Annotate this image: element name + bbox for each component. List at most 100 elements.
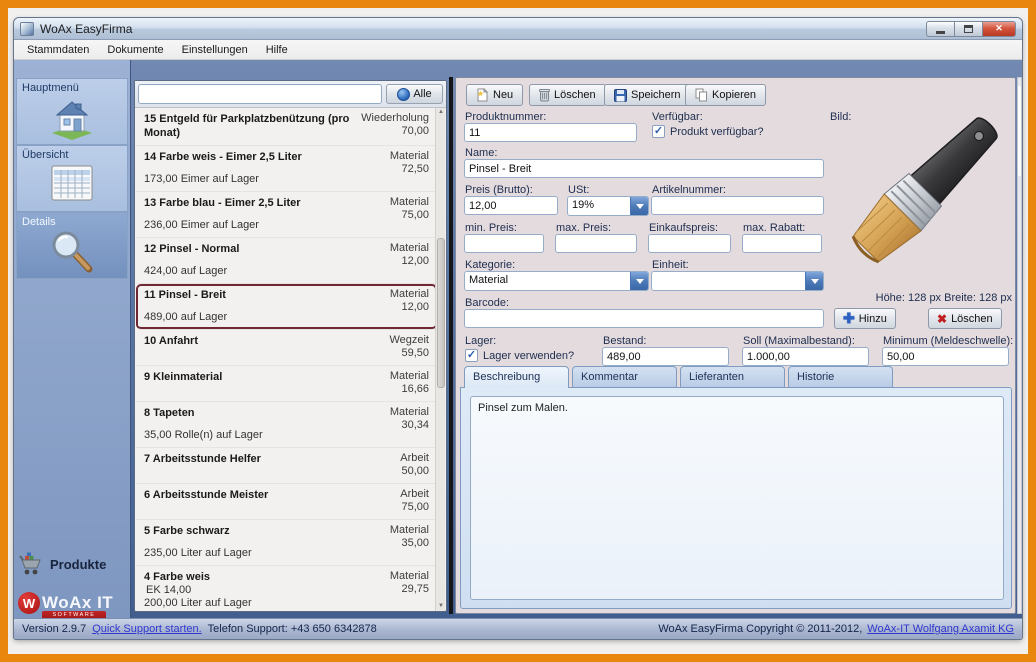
product-stock: 200,00 Liter auf Lager bbox=[144, 597, 252, 610]
max-rabatt-field[interactable] bbox=[742, 234, 822, 253]
table-icon bbox=[22, 162, 122, 204]
product-category: Material bbox=[390, 524, 429, 537]
bestand-field[interactable] bbox=[602, 347, 729, 366]
preis-brutto-field[interactable] bbox=[464, 196, 558, 215]
delete-button[interactable]: Löschen bbox=[529, 84, 606, 106]
chevron-down-icon[interactable] bbox=[805, 272, 823, 290]
window-right-scrollbar[interactable] bbox=[1017, 77, 1022, 614]
list-item[interactable]: 15 Entgeld für Parkplatzbenützung (pro M… bbox=[136, 108, 437, 146]
product-name: 15 Entgeld für Parkplatzbenützung (pro M… bbox=[144, 112, 355, 140]
list-scrollbar[interactable]: ▲ ▼ bbox=[435, 108, 445, 611]
kategorie-value: Material bbox=[465, 272, 630, 290]
preis-brutto-label: Preis (Brutto): bbox=[465, 184, 533, 196]
list-item[interactable]: 9 KleinmaterialMaterial16,66 bbox=[136, 366, 437, 402]
menu-stammdaten[interactable]: Stammdaten bbox=[18, 42, 98, 58]
name-field[interactable] bbox=[464, 159, 824, 178]
lager-label: Lager: bbox=[465, 335, 496, 347]
copy-button-label: Kopieren bbox=[712, 89, 756, 101]
product-stock: 236,00 Eimer auf Lager bbox=[144, 219, 301, 232]
scroll-thumb[interactable] bbox=[437, 238, 445, 388]
maximize-button[interactable] bbox=[954, 21, 982, 37]
tab-historie[interactable]: Historie bbox=[788, 366, 893, 387]
search-input[interactable] bbox=[138, 84, 382, 104]
product-price: 16,66 bbox=[390, 383, 429, 396]
sidebar-item-details[interactable]: Details bbox=[16, 212, 128, 279]
new-button[interactable]: Neu bbox=[466, 84, 523, 106]
minimize-button[interactable] bbox=[926, 21, 954, 37]
product-name: 6 Arbeitsstunde Meister bbox=[144, 488, 268, 502]
woax-logo[interactable]: W WoAx IT SOFTWARE SOLUTIONS blog bbox=[18, 592, 130, 618]
einkaufspreis-field[interactable] bbox=[648, 234, 731, 253]
barcode-field[interactable] bbox=[464, 309, 824, 328]
product-category: Arbeit bbox=[400, 488, 429, 501]
delete-button-label: Löschen bbox=[554, 89, 596, 101]
produkt-verfuegbar-checkbox[interactable]: ✓ Produkt verfügbar? bbox=[652, 125, 764, 138]
maximize-icon bbox=[964, 25, 973, 33]
sidebar-item-hauptmenu[interactable]: Hauptmenü bbox=[16, 78, 128, 145]
checkbox-label: Produkt verfügbar? bbox=[670, 126, 764, 138]
save-button[interactable]: Speichern bbox=[604, 84, 691, 106]
quick-support-link[interactable]: Quick Support starten. bbox=[92, 623, 201, 635]
product-category: Material bbox=[390, 288, 429, 301]
sidebar-item-uebersicht[interactable]: Übersicht bbox=[16, 145, 128, 212]
list-item[interactable]: 10 AnfahrtWegzeit59,50 bbox=[136, 330, 437, 366]
list-item[interactable]: 7 Arbeitsstunde HelferArbeit50,00 bbox=[136, 448, 437, 484]
list-item[interactable]: 11 Pinsel - Breit489,00 auf LagerMateria… bbox=[136, 284, 437, 330]
product-category: Arbeit bbox=[400, 452, 429, 465]
soll-field[interactable] bbox=[742, 347, 869, 366]
list-item[interactable]: 4 Farbe weisEK 14,00200,00 Liter auf Lag… bbox=[136, 566, 437, 611]
product-price: 35,00 bbox=[390, 537, 429, 550]
max-preis-field[interactable] bbox=[555, 234, 637, 253]
product-category: Material bbox=[390, 406, 429, 419]
list-item[interactable]: 6 Arbeitsstunde MeisterArbeit75,00 bbox=[136, 484, 437, 520]
product-name: 8 Tapeten bbox=[144, 406, 263, 420]
lager-verwenden-checkbox[interactable]: ✓ Lager verwenden? bbox=[465, 349, 574, 362]
minimum-field[interactable] bbox=[882, 347, 1009, 366]
einheit-dropdown[interactable] bbox=[651, 271, 824, 291]
product-stock: 424,00 auf Lager bbox=[144, 265, 239, 278]
list-item[interactable]: 14 Farbe weis - Eimer 2,5 Liter173,00 Ei… bbox=[136, 146, 437, 192]
logo-text: WoAx IT bbox=[42, 593, 113, 613]
desktop-background: WoAx EasyFirma ✕ Stammdaten Dokumente Ei… bbox=[8, 8, 1028, 654]
menu-hilfe[interactable]: Hilfe bbox=[257, 42, 297, 58]
minimum-label: Minimum (Meldeschwelle): bbox=[883, 335, 1013, 347]
produkte-shortcut[interactable]: Produkte bbox=[18, 552, 130, 576]
chevron-down-icon[interactable] bbox=[630, 197, 648, 215]
new-page-icon bbox=[476, 88, 489, 102]
min-preis-field[interactable] bbox=[464, 234, 544, 253]
list-item[interactable]: 5 Farbe schwarz235,00 Liter auf LagerMat… bbox=[136, 520, 437, 566]
image-height-label: Höhe: 128 px bbox=[876, 292, 941, 304]
sidebar-item-label: Details bbox=[22, 216, 122, 228]
image-delete-button[interactable]: ✖ Löschen bbox=[928, 308, 1002, 329]
save-button-label: Speichern bbox=[631, 89, 681, 101]
title-bar[interactable]: WoAx EasyFirma ✕ bbox=[14, 18, 1022, 40]
produktnummer-field[interactable] bbox=[464, 123, 637, 142]
artikelnummer-field[interactable] bbox=[651, 196, 824, 215]
close-button[interactable]: ✕ bbox=[982, 21, 1016, 37]
new-button-label: Neu bbox=[493, 89, 513, 101]
alle-filter-button[interactable]: Alle bbox=[386, 84, 443, 104]
scroll-down-icon[interactable]: ▼ bbox=[437, 602, 445, 611]
menu-bar: Stammdaten Dokumente Einstellungen Hilfe bbox=[14, 40, 1022, 60]
ust-dropdown[interactable]: 19% bbox=[567, 196, 649, 216]
menu-einstellungen[interactable]: Einstellungen bbox=[173, 42, 257, 58]
copy-button[interactable]: Kopieren bbox=[685, 84, 766, 106]
product-name: 4 Farbe weis bbox=[144, 570, 252, 584]
list-item[interactable]: 8 Tapeten35,00 Rolle(n) auf LagerMateria… bbox=[136, 402, 437, 448]
menu-dokumente[interactable]: Dokumente bbox=[98, 42, 172, 58]
tab-beschreibung[interactable]: Beschreibung bbox=[464, 366, 569, 388]
company-link[interactable]: WoAx-IT Wolfgang Axamit KG bbox=[867, 623, 1014, 635]
scroll-up-icon[interactable]: ▲ bbox=[437, 108, 445, 117]
sidebar-footer: Produkte W WoAx IT SOFTWARE SOLUTIONS bl… bbox=[18, 552, 130, 618]
verfuegbar-label: Verfügbar: bbox=[652, 111, 703, 123]
kategorie-dropdown[interactable]: Material bbox=[464, 271, 649, 291]
scroll-thumb[interactable] bbox=[1018, 86, 1021, 176]
chevron-down-icon[interactable] bbox=[630, 272, 648, 290]
tab-lieferanten[interactable]: Lieferanten bbox=[680, 366, 785, 387]
list-item[interactable]: 12 Pinsel - Normal424,00 auf LagerMateri… bbox=[136, 238, 437, 284]
image-add-button[interactable]: ✚ Hinzu bbox=[834, 308, 896, 329]
description-textarea[interactable]: Pinsel zum Malen. bbox=[470, 396, 1004, 600]
list-item[interactable]: 13 Farbe blau - Eimer 2,5 Liter236,00 Ei… bbox=[136, 192, 437, 238]
tab-kommentar[interactable]: Kommentar bbox=[572, 366, 677, 387]
cart-icon bbox=[18, 552, 44, 576]
